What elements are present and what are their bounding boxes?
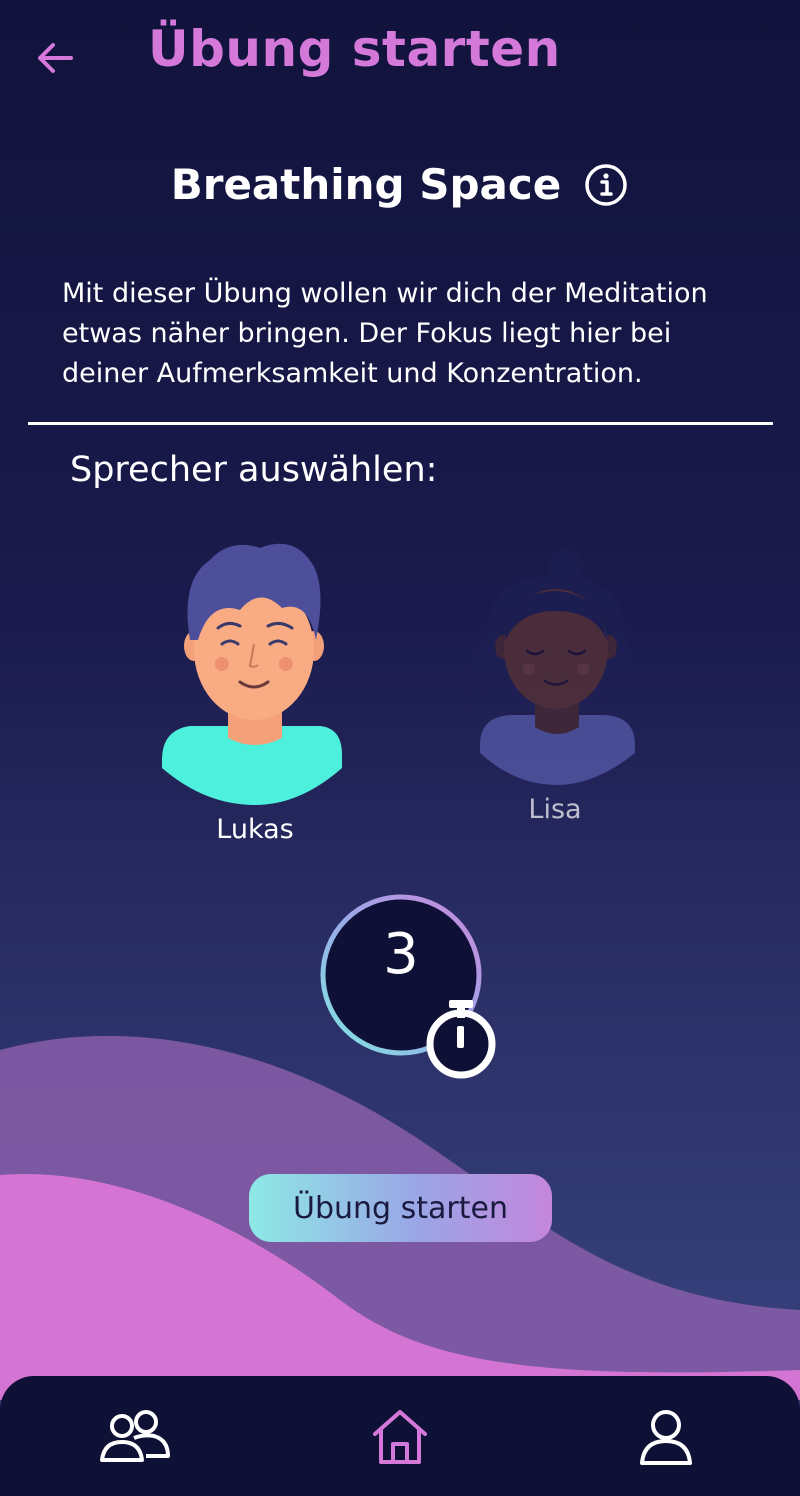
nav-profile[interactable] [626, 1406, 706, 1470]
nav-home[interactable] [360, 1406, 440, 1470]
divider [28, 422, 773, 425]
nav-community[interactable] [95, 1406, 175, 1470]
profile-icon [640, 1410, 692, 1465]
info-button[interactable] [583, 162, 629, 208]
exercise-title-row: Breathing Space [0, 160, 800, 209]
bottom-navigation [0, 1376, 800, 1496]
app-header: Übung starten [0, 0, 800, 110]
exercise-description: Mit dieser Übung wollen wir dich der Med… [62, 278, 708, 389]
start-exercise-button[interactable]: Übung starten [249, 1174, 552, 1242]
arrow-left-icon [38, 42, 73, 73]
home-icon [373, 1410, 427, 1464]
speaker-option-lukas[interactable]: Lukas [150, 540, 360, 845]
stopwatch-icon [426, 1000, 496, 1079]
page-title: Übung starten [148, 20, 561, 78]
lukas-avatar [162, 543, 342, 805]
duration-timer[interactable]: 3 [318, 892, 504, 1082]
exercise-title: Breathing Space [170, 160, 562, 209]
info-icon [585, 163, 628, 206]
timer-value: 3 [383, 922, 419, 987]
speaker-option-lisa[interactable]: Lisa [455, 545, 655, 825]
speaker-select-label: Sprecher auswählen: [70, 450, 438, 490]
speaker-name-lukas: Lukas [216, 814, 294, 845]
lisa-avatar [463, 549, 635, 785]
speaker-name-lisa: Lisa [528, 794, 582, 825]
community-icon [100, 1410, 170, 1462]
back-button[interactable] [30, 30, 80, 85]
